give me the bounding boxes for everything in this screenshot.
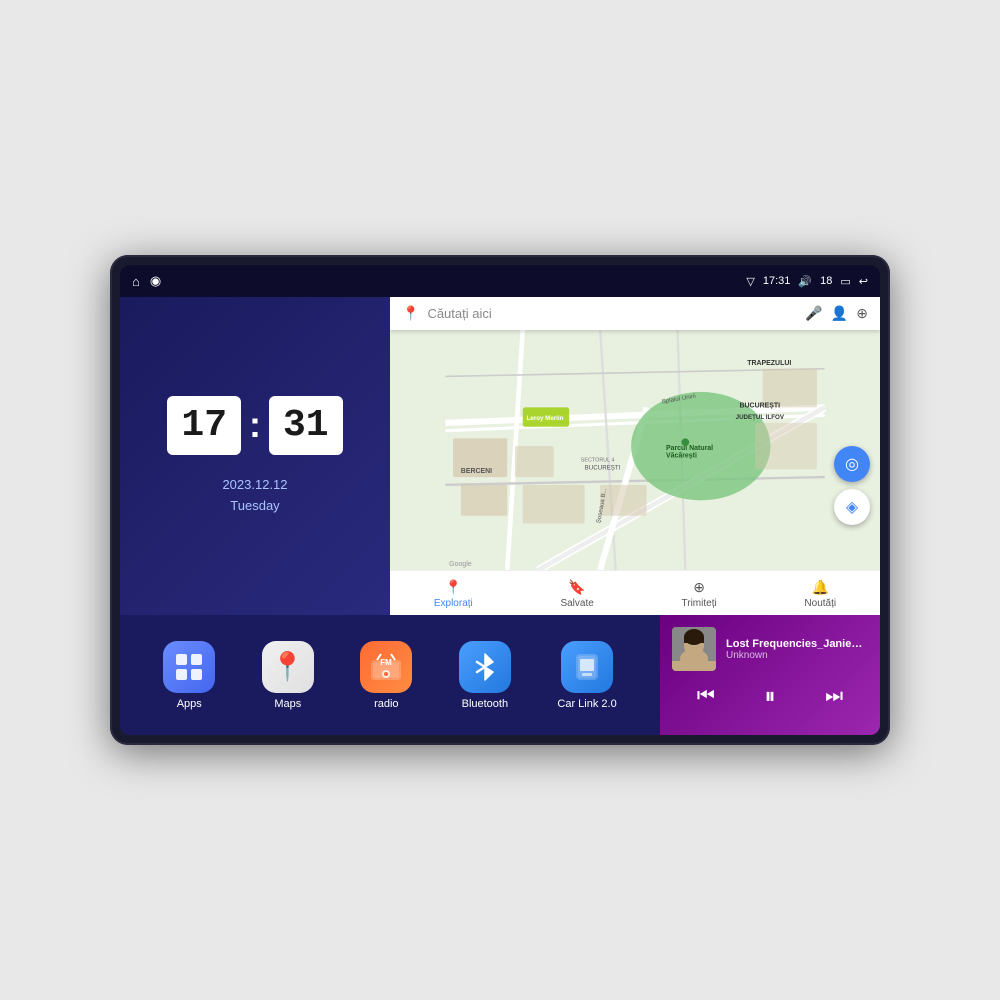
map-pin-icon: 📍 — [402, 305, 419, 322]
music-artist: Unknown — [726, 650, 868, 661]
back-icon[interactable]: ↩ — [859, 275, 868, 288]
apps-icon-wrapper — [163, 641, 215, 693]
clock-hour: 17 — [167, 396, 241, 455]
svg-text:BUCUREȘTI: BUCUREȘTI — [740, 402, 781, 409]
prev-button[interactable]: ⏮ — [697, 685, 715, 708]
svg-text:BERCENI: BERCENI — [461, 468, 492, 475]
apps-area: Apps 📍 Maps FM — [120, 615, 660, 735]
map-body[interactable]: Parcul Natural Văcărești — [390, 330, 880, 570]
map-nav-send[interactable]: ⊕ Trimiteți — [682, 579, 717, 609]
maps-label: Maps — [274, 698, 301, 710]
car-display-device: ⌂ ◉ ▽ 17:31 🔊 18 ▭ ↩ 17 : 31 — [110, 255, 890, 745]
home-icon[interactable]: ⌂ — [132, 274, 140, 289]
clock-panel: 17 : 31 2023.12.12 Tuesday — [120, 297, 390, 615]
nav-icon[interactable]: ◉ — [150, 273, 161, 289]
map-search-actions: 🎤 👤 ⊕ — [805, 305, 868, 322]
bluetooth-icon-wrapper — [459, 641, 511, 693]
svg-text:Leroy Merlin: Leroy Merlin — [527, 415, 564, 422]
map-nav-news[interactable]: 🔔 Noutăți — [804, 579, 836, 609]
app-icon-bluetooth[interactable]: Bluetooth — [459, 641, 511, 710]
map-search-placeholder[interactable]: Căutați aici — [427, 306, 797, 321]
svg-text:Văcărești: Văcărești — [666, 453, 697, 460]
music-details: Lost Frequencies_Janieck Devy-... Unknow… — [726, 638, 868, 661]
status-right: ▽ 17:31 🔊 18 ▭ ↩ — [746, 275, 868, 288]
svg-text:SECTORUL 4: SECTORUL 4 — [581, 458, 615, 464]
location-button[interactable]: ◈ — [834, 489, 870, 525]
svg-text:Google: Google — [449, 561, 472, 568]
next-button[interactable]: ⏭ — [825, 685, 843, 708]
map-nav-saved[interactable]: 🔖 Salvate — [560, 579, 593, 609]
maps-icon-wrapper: 📍 — [262, 641, 314, 693]
app-icon-carlink[interactable]: Car Link 2.0 — [557, 641, 616, 710]
svg-text:TRAPEZULUI: TRAPEZULUI — [747, 360, 791, 367]
radio-label: radio — [374, 698, 398, 710]
svg-text:BUCUREȘTI: BUCUREȘTI — [585, 464, 621, 471]
music-player: Lost Frequencies_Janieck Devy-... Unknow… — [660, 615, 880, 735]
status-bar: ⌂ ◉ ▽ 17:31 🔊 18 ▭ ↩ — [120, 265, 880, 297]
status-time: 17:31 — [763, 275, 791, 287]
play-pause-button[interactable]: ⏸ — [764, 683, 775, 709]
app-icon-maps[interactable]: 📍 Maps — [262, 641, 314, 710]
send-label: Trimiteți — [682, 598, 717, 609]
clock-display: 17 : 31 — [167, 396, 342, 455]
battery-level: 18 — [820, 275, 832, 287]
carlink-icon-wrapper — [561, 641, 613, 693]
volume-icon: 🔊 — [798, 275, 812, 288]
news-label: Noutăți — [804, 598, 836, 609]
status-left: ⌂ ◉ — [132, 273, 161, 289]
music-info: Lost Frequencies_Janieck Devy-... Unknow… — [672, 627, 868, 671]
clock-colon: : — [249, 404, 261, 446]
app-icon-apps[interactable]: Apps — [163, 641, 215, 710]
bluetooth-label: Bluetooth — [462, 698, 508, 710]
account-icon[interactable]: 👤 — [831, 305, 848, 322]
mic-icon[interactable]: 🎤 — [805, 305, 822, 322]
explore-icon: 📍 — [445, 579, 462, 596]
saved-label: Salvate — [560, 598, 593, 609]
map-nav-explore[interactable]: 📍 Explorați — [434, 579, 473, 609]
device-screen: ⌂ ◉ ▽ 17:31 🔊 18 ▭ ↩ 17 : 31 — [120, 265, 880, 735]
carlink-label: Car Link 2.0 — [557, 698, 616, 710]
news-icon: 🔔 — [812, 579, 829, 596]
map-panel[interactable]: 📍 Căutați aici 🎤 👤 ⊕ — [390, 297, 880, 615]
music-title: Lost Frequencies_Janieck Devy-... — [726, 638, 868, 650]
svg-text:Parcul Natural: Parcul Natural — [666, 445, 713, 452]
music-thumbnail — [672, 627, 716, 671]
app-icon-radio[interactable]: FM radio — [360, 641, 412, 710]
bottom-section: Apps 📍 Maps FM — [120, 615, 880, 735]
clock-date: 2023.12.12 Tuesday — [222, 475, 287, 517]
map-nav-bottom: 📍 Explorați 🔖 Salvate ⊕ Trimiteți 🔔 — [390, 570, 880, 615]
top-section: 17 : 31 2023.12.12 Tuesday 📍 Căutați aic… — [120, 297, 880, 615]
apps-label: Apps — [177, 698, 202, 710]
main-content: 17 : 31 2023.12.12 Tuesday 📍 Căutați aic… — [120, 297, 880, 735]
radio-icon-wrapper: FM — [360, 641, 412, 693]
map-search-bar[interactable]: 📍 Căutați aici 🎤 👤 ⊕ — [390, 297, 880, 330]
svg-text:JUDEȚUL ILFOV: JUDEȚUL ILFOV — [736, 414, 785, 421]
signal-icon: ▽ — [746, 275, 754, 288]
battery-icon: ▭ — [840, 275, 850, 288]
music-controls: ⏮ ⏸ ⏭ — [672, 683, 868, 709]
clock-minute: 31 — [269, 396, 343, 455]
svg-text:FM: FM — [381, 658, 393, 667]
compass-button[interactable]: ◎ — [834, 446, 870, 482]
send-icon: ⊕ — [693, 579, 705, 596]
explore-label: Explorați — [434, 598, 473, 609]
saved-icon: 🔖 — [568, 579, 585, 596]
layers-icon[interactable]: ⊕ — [856, 305, 868, 322]
